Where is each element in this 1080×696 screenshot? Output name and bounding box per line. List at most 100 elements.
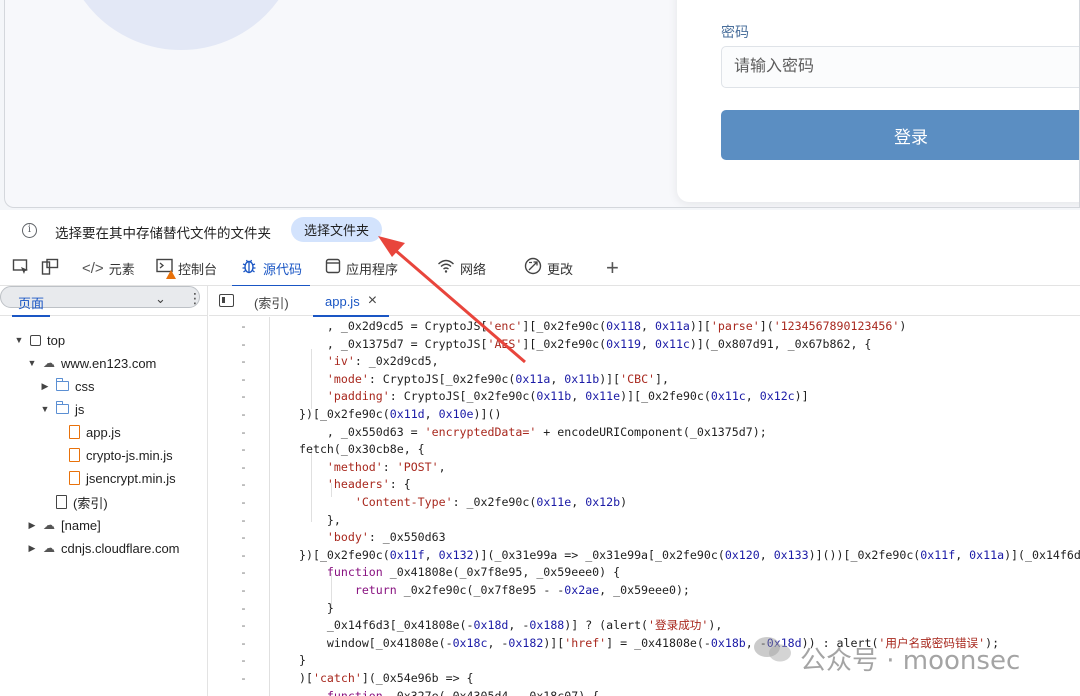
tab-sources[interactable]: 源代码 [231, 250, 311, 287]
line-gutter-marker[interactable]: - [240, 546, 247, 564]
navigator-header: 页面 ⌄ ⋮ [0, 286, 208, 317]
page-preview: 密码 登录 [0, 0, 1080, 210]
password-label: 密码 [721, 24, 749, 40]
script-file-icon [69, 471, 80, 485]
line-gutter-marker[interactable]: - [240, 616, 247, 634]
tree-item[interactable]: ▼ js [40, 398, 84, 420]
code-text: 'method': 'POST', [326, 459, 446, 474]
code-text: , _0x1375d7 = CryptoJS['AES'][_0x2fe90c(… [299, 336, 872, 351]
tab-application[interactable]: 应用程序 [325, 250, 398, 286]
line-gutter-marker[interactable]: - [240, 405, 247, 423]
page-viewport: 密码 登录 [4, 0, 1080, 208]
code-line: - 'body': _0x550d63 [209, 528, 1080, 546]
line-gutter-marker[interactable]: - [240, 563, 247, 581]
editor-tab-bar: (索引) app.js × [209, 286, 1080, 317]
line-gutter-marker[interactable]: - [240, 475, 247, 493]
navigator-tab-page[interactable]: 页面 [11, 293, 51, 317]
sources-navigator: 页面 ⌄ ⋮ ▼ top ▼ ☁ www.en123.com ▶ css ▼ js app.js c… [0, 286, 208, 696]
info-icon: i [22, 223, 37, 238]
tree-item-label: top [47, 332, 66, 348]
code-text: 'padding': CryptoJS[_0x2fe90c(0x11b, 0x1… [326, 389, 809, 404]
line-gutter-marker[interactable]: - [240, 528, 247, 546]
login-button[interactable]: 登录 [721, 110, 1079, 160]
code-line: - , _0x1375d7 = CryptoJS['AES'][_0x2fe90… [209, 335, 1080, 353]
tree-item-label: app.js [86, 424, 121, 440]
editor-tab-appjs[interactable]: app.js × [313, 286, 390, 317]
code-text: , _0x550d63 = 'encryptedData=' + encodeU… [299, 424, 767, 439]
collapse-arrow-icon[interactable]: ▶ [40, 381, 50, 392]
tree-item[interactable]: ▼ ☁ www.en123.com [27, 352, 157, 374]
collapse-arrow-icon[interactable]: ▶ [27, 520, 37, 531]
line-gutter-marker[interactable]: - [240, 440, 247, 458]
line-gutter-marker[interactable]: - [240, 581, 247, 599]
code-icon: </> [82, 259, 104, 277]
line-gutter-marker[interactable]: - [240, 599, 247, 617]
cloud-icon: ☁ [43, 356, 55, 370]
editor-tab-index[interactable]: (索引) [254, 293, 289, 312]
line-gutter-marker[interactable]: - [240, 493, 247, 511]
tree-item[interactable]: ▶ ☁ [name] [27, 514, 101, 536]
tab-console[interactable]: 控制台 [156, 250, 217, 286]
tab-changes[interactable]: 更改 [524, 250, 573, 286]
decorative-blob [61, 0, 301, 50]
line-gutter-marker[interactable]: - [240, 511, 247, 529]
line-gutter-marker[interactable]: - [240, 387, 247, 405]
code-line: - 'Content-Type': _0x2fe90c(0x11e, 0x12b… [209, 493, 1080, 511]
tree-item[interactable]: (索引) [40, 491, 108, 513]
more-options-icon[interactable]: ⋮ [188, 290, 202, 307]
tab-network[interactable]: 网络 [437, 250, 486, 286]
close-icon[interactable]: × [368, 292, 377, 310]
code-line: - }, [209, 511, 1080, 529]
collapse-arrow-icon[interactable]: ▶ [27, 543, 37, 554]
devtools-tab-bar: </> 元素 控制台 源代码 应用程序 网络 更改 + [0, 250, 1080, 287]
line-gutter-marker[interactable]: - [240, 423, 247, 441]
line-gutter-marker[interactable]: - [240, 458, 247, 476]
expand-arrow-icon[interactable]: ▼ [14, 335, 24, 345]
device-toolbar-icon[interactable] [41, 258, 59, 276]
code-text: } [299, 653, 306, 668]
code-text: )['catch'](_0x54e96b => { [299, 671, 474, 685]
line-gutter-marker[interactable]: - [240, 651, 247, 669]
line-gutter-marker[interactable]: - [240, 669, 247, 687]
inspect-element-icon[interactable] [12, 258, 30, 276]
tree-item-label: jsencrypt.min.js [86, 470, 176, 486]
toggle-navigator-icon[interactable] [219, 294, 234, 307]
choose-folder-button[interactable]: 选择文件夹 [291, 217, 383, 242]
script-file-icon [69, 448, 80, 462]
code-text: 'body': _0x550d63 [326, 530, 446, 545]
expand-arrow-icon[interactable]: ▼ [27, 358, 37, 368]
password-input[interactable] [721, 46, 1079, 88]
line-gutter-marker[interactable]: - [240, 317, 247, 335]
application-icon [325, 258, 341, 278]
line-gutter-marker[interactable]: - [240, 687, 247, 696]
tree-item[interactable]: crypto-js.min.js [53, 444, 173, 466]
chevron-down-icon[interactable]: ⌄ [155, 291, 166, 307]
expand-arrow-icon[interactable]: ▼ [40, 404, 50, 414]
tree-item-label: cdnjs.cloudflare.com [61, 540, 180, 556]
code-line: - 'padding': CryptoJS[_0x2fe90c(0x11b, 0… [209, 387, 1080, 405]
tree-item[interactable]: jsencrypt.min.js [53, 467, 176, 489]
tree-item[interactable]: ▶ ☁ cdnjs.cloudflare.com [27, 537, 180, 559]
code-text: } [299, 600, 334, 615]
code-text: _0x14f6d3[_0x41808e(-0x18d, -0x188)] ? (… [299, 618, 723, 633]
line-gutter-marker[interactable]: - [240, 352, 247, 370]
tree-item-label: (索引) [73, 495, 108, 511]
tree-item[interactable]: app.js [53, 421, 121, 443]
code-text: function _0x41808e(_0x7f8e95, _0x59eee0)… [326, 565, 621, 580]
bug-icon [240, 257, 258, 279]
warning-icon [166, 270, 176, 279]
tree-item[interactable]: ▼ top [14, 329, 66, 351]
line-gutter-marker[interactable]: - [240, 335, 247, 353]
code-text: , _0x2d9cd5 = CryptoJS['enc'][_0x2fe90c(… [299, 319, 907, 333]
more-tabs-plus-icon[interactable]: + [606, 255, 619, 281]
folder-icon [56, 401, 69, 414]
tab-elements[interactable]: </> 元素 [82, 250, 135, 286]
line-gutter-marker[interactable]: - [240, 370, 247, 388]
tree-item-label: js [75, 401, 85, 417]
code-line: - return _0x2fe90c(_0x7f8e95 - -0x2ae, _… [209, 581, 1080, 599]
line-gutter-marker[interactable]: - [240, 634, 247, 652]
code-text: function _0x327e(_0x4305d4, _0x18c07) { [326, 688, 600, 696]
tree-item[interactable]: ▶ css [40, 375, 95, 397]
folder-icon [56, 378, 69, 391]
login-card: 密码 登录 [677, 0, 1079, 202]
